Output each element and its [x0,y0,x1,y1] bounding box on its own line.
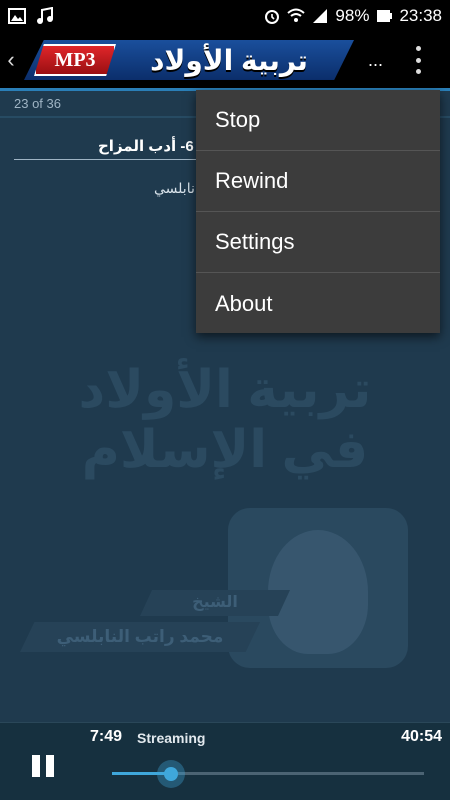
current-time: 7:49 [90,728,123,745]
total-time: 40:54 [401,728,442,745]
overflow-menu-icon[interactable] [412,46,424,74]
app-toolbar: ‹ MP3 تربية الأولاد ... [0,32,450,88]
signal-icon [313,9,328,23]
image-icon [8,8,26,24]
pause-icon [32,755,40,777]
battery-level: 98% [335,6,370,25]
truncated-title: ... [368,49,384,70]
alarm-icon [265,10,280,24]
app-banner: MP3 تربية الأولاد [24,40,354,80]
speaker-portrait [228,508,408,668]
clock: 23:38 [399,6,442,25]
overflow-menu: Stop Rewind Settings About [196,90,440,333]
menu-item-stop[interactable]: Stop [196,90,440,151]
chevron-left-icon[interactable]: ‹ [2,47,20,73]
menu-item-rewind[interactable]: Rewind [196,151,440,212]
mp3-badge: MP3 [34,44,116,76]
seek-bar[interactable] [112,760,424,788]
artwork-title: تربية الأولاد [78,361,372,419]
artwork-label-name: محمد راتب النابلسي [20,622,260,652]
menu-item-settings[interactable]: Settings [196,212,440,273]
artwork-label-title: الشيخ [140,590,290,616]
track-artist: نابلسي [154,180,195,196]
player-bar: 7:49 Streaming 40:54 [0,722,450,800]
status-bar: 98% 23:38 [0,0,450,32]
battery-icon [377,10,393,22]
track-title: 6- أدب المزاح [98,138,194,155]
seek-thumb[interactable] [157,760,186,788]
menu-item-about[interactable]: About [196,273,440,334]
music-note-icon [37,7,53,24]
track-counter: 23 of 36 [14,96,61,111]
artwork-subtitle: في الإسلام [81,421,369,479]
stream-status: Streaming [137,730,206,746]
pause-button[interactable] [32,755,54,777]
app-title: تربية الأولاد [150,44,308,76]
wifi-icon [287,8,306,22]
